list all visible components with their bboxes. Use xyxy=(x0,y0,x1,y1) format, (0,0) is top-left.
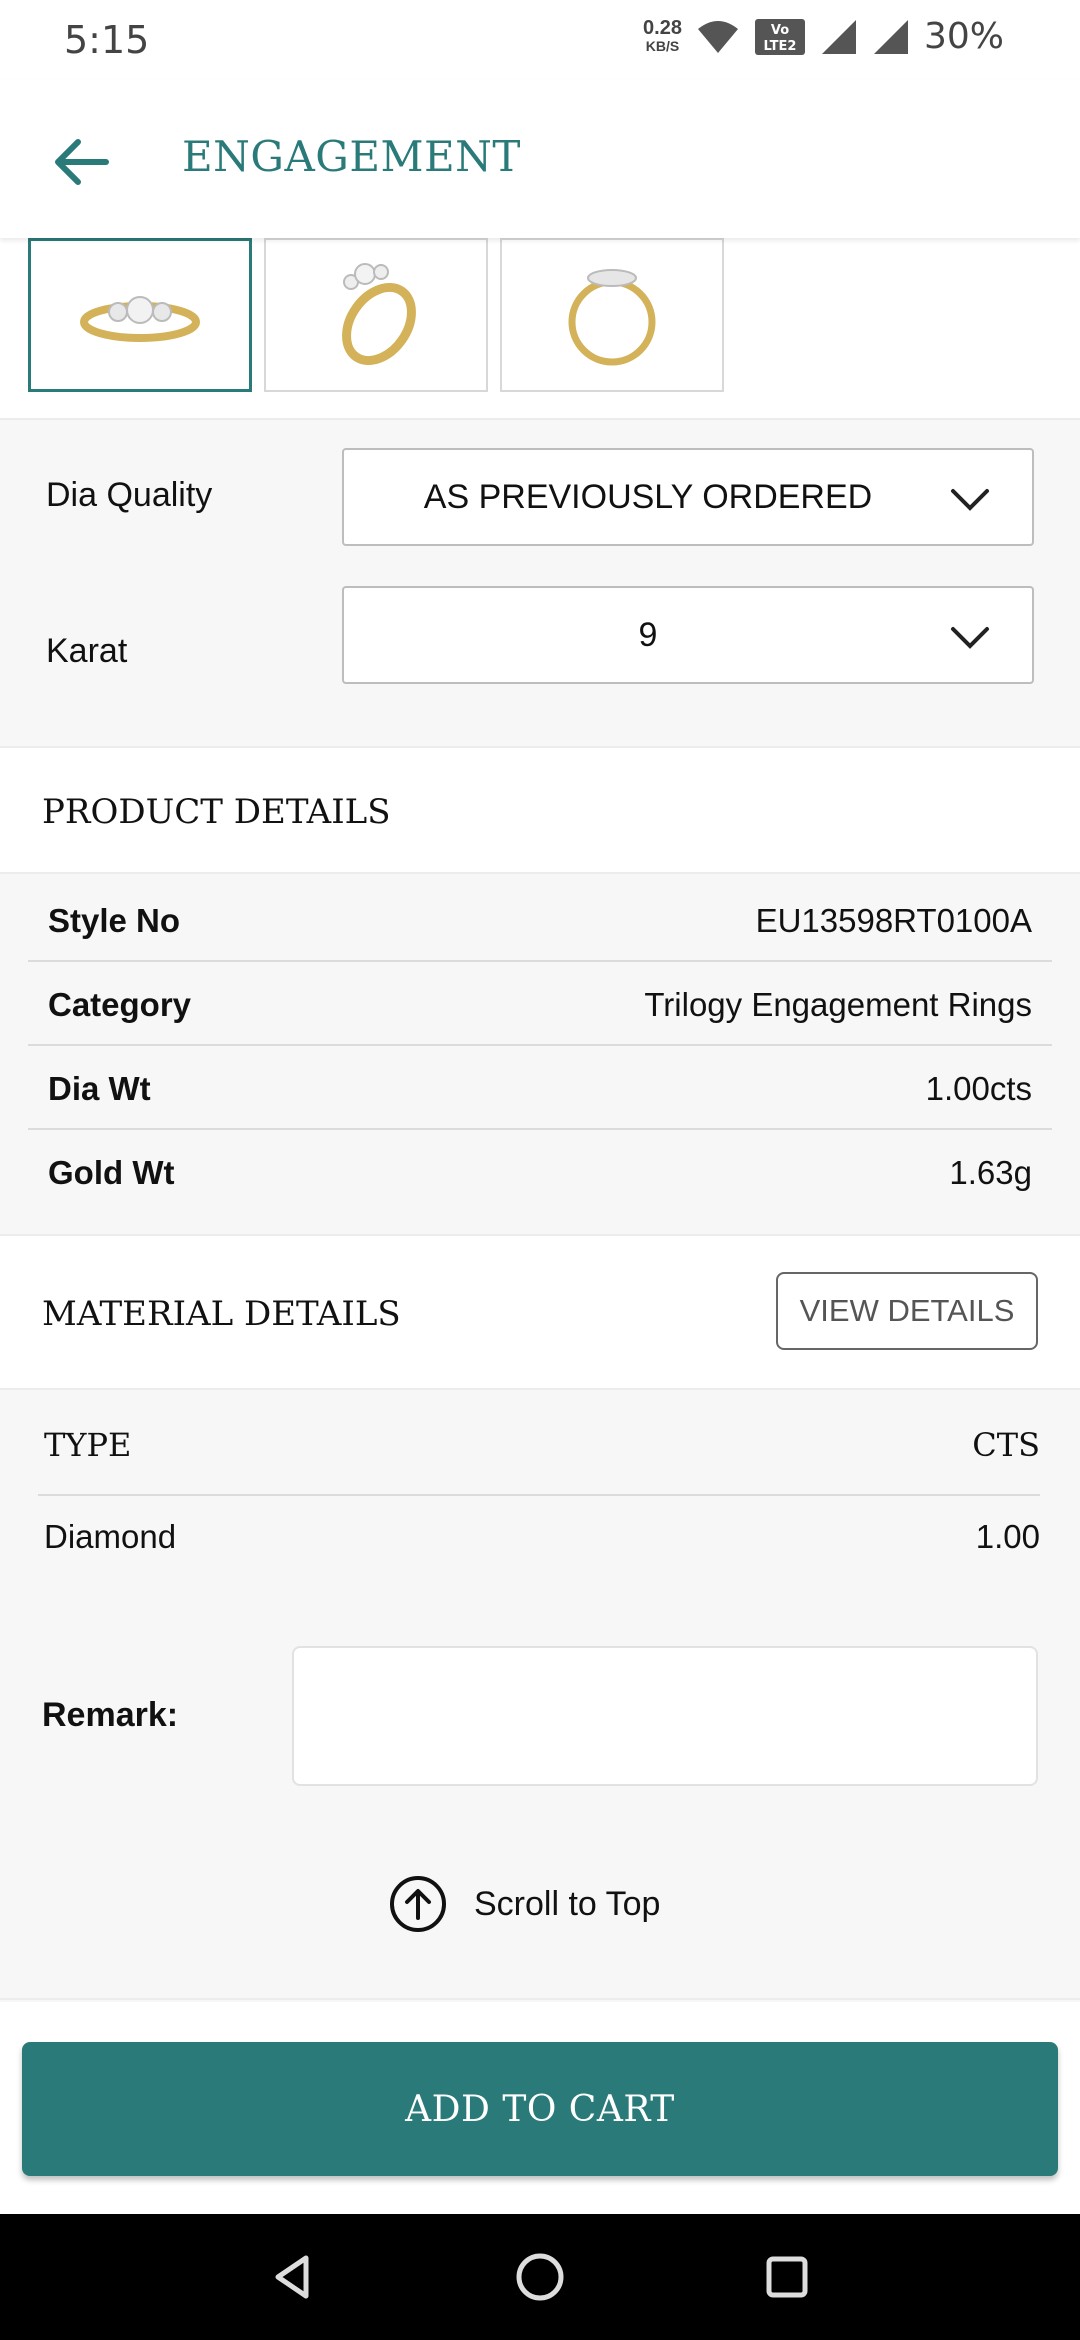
app-bar: ENGAGEMENT xyxy=(0,80,1080,238)
arrow-up-circle-icon xyxy=(390,1876,446,1932)
detail-value: 1.00cts xyxy=(925,1070,1032,1107)
detail-value: Trilogy Engagement Rings xyxy=(644,986,1032,1023)
network-speed: 0.28 KB/S xyxy=(643,16,682,55)
material-details-header: MATERIAL DETAILS VIEW DETAILS xyxy=(0,1236,1080,1388)
product-options: Dia Quality AS PREVIOUSLY ORDERED Karat … xyxy=(0,420,1080,748)
detail-label: Gold Wt xyxy=(48,1154,175,1191)
detail-row-style-no: Style No EU13598RT0100A xyxy=(28,878,1052,962)
thumbnail-front[interactable] xyxy=(28,238,252,392)
ring-front-image xyxy=(80,296,200,342)
dia-quality-value: AS PREVIOUSLY ORDERED xyxy=(423,478,873,516)
material-table-header: TYPE CTS xyxy=(38,1390,1040,1496)
karat-select[interactable]: 9 xyxy=(342,586,1034,684)
signal-icon xyxy=(873,19,908,54)
material-row: Diamond 1.00 xyxy=(38,1496,1040,1580)
detail-value: EU13598RT0100A xyxy=(755,902,1032,939)
product-details-heading: PRODUCT DETAILS xyxy=(42,792,391,832)
scroll-to-top-label: Scroll to Top xyxy=(474,1884,661,1923)
nav-recents-button[interactable] xyxy=(752,2242,822,2312)
material-details-section: TYPE CTS Diamond 1.00 Remark: Scroll to … xyxy=(0,1388,1080,2000)
chevron-down-icon xyxy=(951,627,989,649)
bottom-action-bar: ADD TO CART xyxy=(0,2002,1080,2214)
detail-row-dia-wt: Dia Wt 1.00cts xyxy=(28,1046,1052,1130)
product-details-header: PRODUCT DETAILS xyxy=(0,748,1080,872)
add-to-cart-button[interactable]: ADD TO CART xyxy=(22,2042,1058,2176)
dia-quality-select[interactable]: AS PREVIOUSLY ORDERED xyxy=(342,448,1034,546)
chevron-down-icon xyxy=(951,489,989,511)
nav-back-button[interactable] xyxy=(258,2242,328,2312)
nav-home-button[interactable] xyxy=(505,2242,575,2312)
ring-angled-image xyxy=(342,263,416,365)
image-gallery xyxy=(0,238,1080,420)
battery-level: 30% xyxy=(923,16,1004,57)
status-bar: 5:15 0.28 KB/S Vo LTE2 30% xyxy=(0,0,1080,80)
page-title: ENGAGEMENT xyxy=(182,132,521,181)
system-nav-bar xyxy=(0,2214,1080,2340)
circle-home-icon xyxy=(516,2253,564,2301)
triangle-back-icon xyxy=(275,2255,309,2299)
volte-icon: Vo LTE2 xyxy=(754,18,805,55)
dia-quality-label: Dia Quality xyxy=(46,476,213,514)
detail-row-category: Category Trilogy Engagement Rings xyxy=(28,962,1052,1046)
signal-icon xyxy=(821,19,856,54)
wifi-icon xyxy=(697,20,738,53)
column-type: TYPE xyxy=(44,1426,132,1464)
status-time: 5:15 xyxy=(64,18,150,62)
material-details-heading: MATERIAL DETAILS xyxy=(42,1294,401,1334)
back-button[interactable] xyxy=(40,122,120,202)
thumbnail-side[interactable] xyxy=(500,238,724,392)
remark-label: Remark: xyxy=(42,1696,179,1734)
detail-label: Dia Wt xyxy=(48,1070,151,1107)
svg-text:LTE2: LTE2 xyxy=(764,39,797,54)
karat-value: 9 xyxy=(638,616,658,654)
remark-input[interactable] xyxy=(292,1646,1038,1786)
material-cts: 1.00 xyxy=(975,1518,1040,1555)
detail-label: Style No xyxy=(48,902,181,939)
view-details-button[interactable]: VIEW DETAILS xyxy=(776,1272,1038,1350)
svg-text:Vo: Vo xyxy=(771,23,789,38)
arrow-left-icon xyxy=(55,139,109,185)
ring-side-image xyxy=(568,269,656,366)
status-icons: 0.28 KB/S Vo LTE2 30% xyxy=(643,16,1004,57)
network-speed-unit: KB/S xyxy=(645,37,680,54)
scroll-to-top-button[interactable]: Scroll to Top xyxy=(388,1872,660,1936)
material-type: Diamond xyxy=(44,1518,177,1555)
detail-label: Category xyxy=(48,986,192,1023)
thumbnail-angled[interactable] xyxy=(264,238,488,392)
product-details-table: Style No EU13598RT0100A Category Trilogy… xyxy=(0,872,1080,1236)
karat-label: Karat xyxy=(46,632,128,670)
square-recents-icon xyxy=(766,2256,808,2298)
detail-value: 1.63g xyxy=(949,1154,1032,1191)
network-speed-value: 0.28 xyxy=(643,16,682,39)
detail-row-gold-wt: Gold Wt 1.63g xyxy=(28,1130,1052,1214)
column-cts: CTS xyxy=(972,1426,1040,1464)
